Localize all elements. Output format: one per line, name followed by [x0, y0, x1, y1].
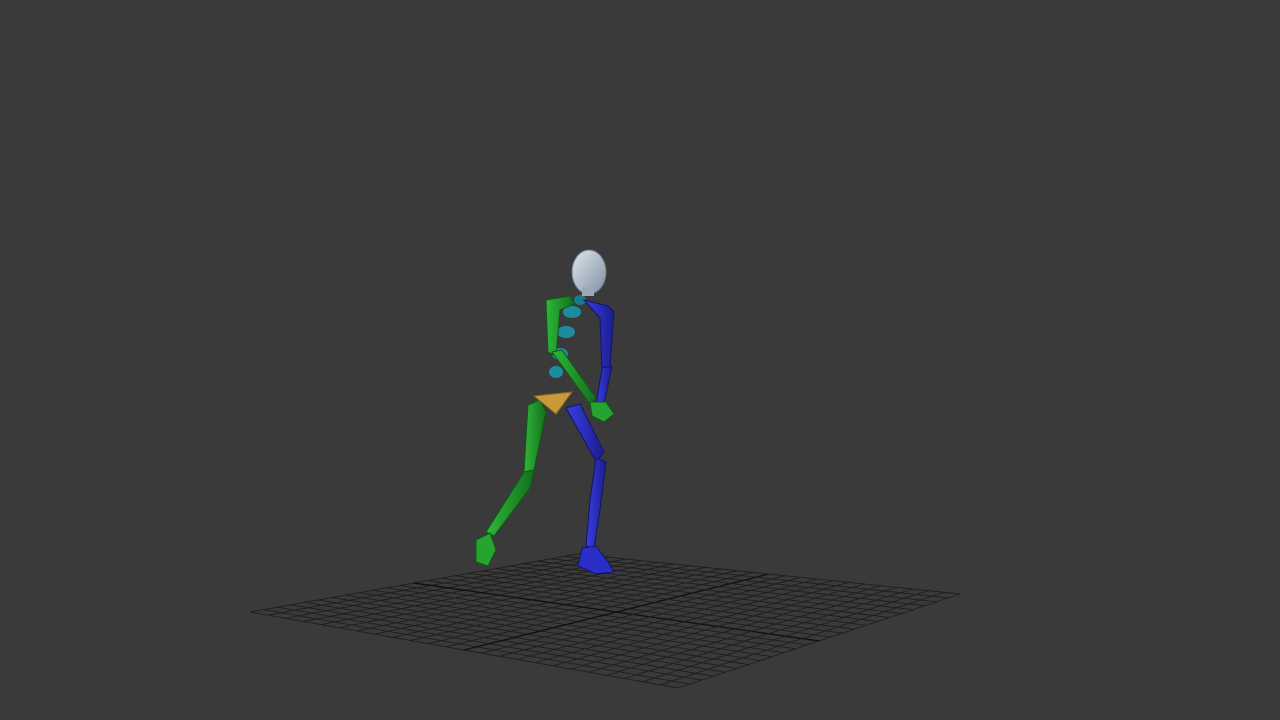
3d-viewport[interactable] [0, 0, 1280, 720]
biped-character[interactable] [475, 249, 615, 575]
grid-line [427, 580, 831, 638]
home-grid [249, 553, 961, 689]
biped-head[interactable] [571, 249, 607, 296]
biped-left-leg[interactable] [475, 399, 547, 567]
viewport-canvas[interactable] [0, 0, 1280, 720]
grid-line [509, 565, 902, 615]
biped-right-leg[interactable] [565, 403, 615, 575]
grid-line [481, 575, 786, 654]
